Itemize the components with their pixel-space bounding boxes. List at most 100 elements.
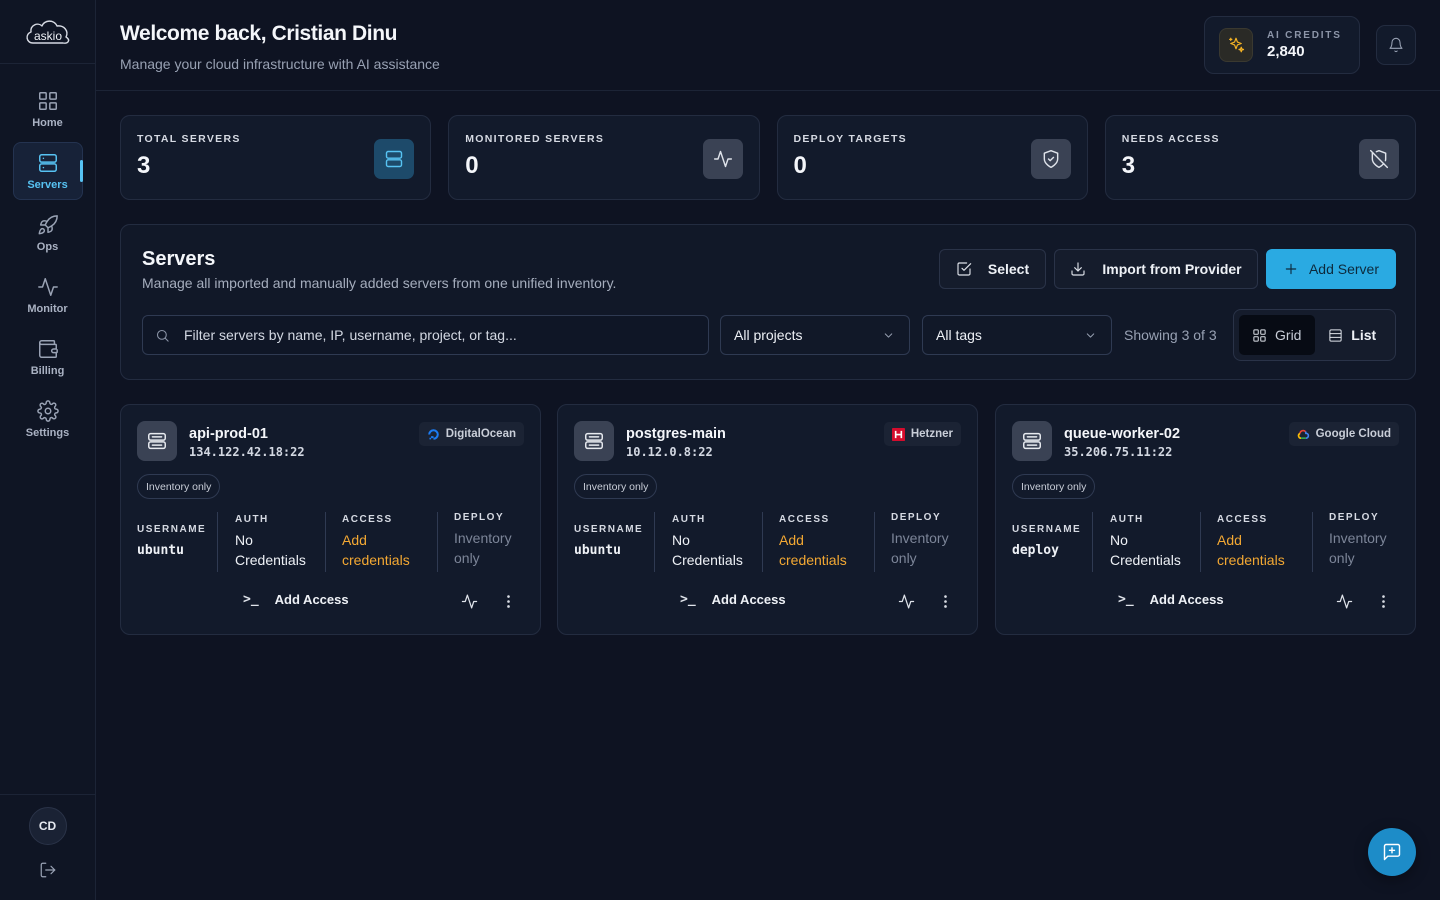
add-credentials-link[interactable]: Add credentials xyxy=(1217,530,1312,570)
activity-icon xyxy=(898,594,914,608)
add-credentials-link[interactable]: Add credentials xyxy=(779,530,874,570)
deploy-value: Inventory only xyxy=(1329,530,1387,566)
activity-icon xyxy=(1336,594,1352,608)
view-list-button[interactable]: List xyxy=(1315,315,1391,355)
select-button[interactable]: Select xyxy=(939,249,1046,289)
view-grid-button[interactable]: Grid xyxy=(1239,315,1315,355)
username-value: ubuntu xyxy=(574,543,621,558)
sidebar-item-ops[interactable]: Ops xyxy=(13,204,83,262)
access-label: ACCESS xyxy=(1217,514,1268,525)
more-options-button[interactable] xyxy=(936,592,954,610)
auth-value: No Credentials xyxy=(235,532,306,568)
logout-icon xyxy=(40,862,55,878)
sidebar-item-label: Monitor xyxy=(27,302,68,315)
server-card[interactable]: postgres-main 10.12.0.8:22 Hetzner Inven… xyxy=(557,404,978,635)
monitor-button[interactable] xyxy=(897,592,915,610)
sidebar-item-billing[interactable]: Billing xyxy=(13,328,83,386)
sidebar-item-settings[interactable]: Settings xyxy=(13,390,83,448)
import-from-provider-button[interactable]: Import from Provider xyxy=(1054,249,1258,289)
section-description: Manage all imported and manually added s… xyxy=(142,275,617,291)
server-address: 134.122.42.18:22 xyxy=(189,445,305,459)
ai-chat-button[interactable] xyxy=(1368,828,1416,876)
monitor-button[interactable] xyxy=(1335,592,1353,610)
username-value: ubuntu xyxy=(137,543,184,558)
sidebar: askio Home Servers Ops Monitor Billing S… xyxy=(0,0,96,900)
grid-icon xyxy=(1253,328,1266,342)
status-badge: Inventory only xyxy=(574,474,658,499)
activity-icon xyxy=(37,277,58,296)
access-label: ACCESS xyxy=(779,514,830,525)
bell-icon xyxy=(1389,37,1403,53)
view-list-label: List xyxy=(1351,327,1377,343)
auth-label: AUTH xyxy=(672,514,706,525)
server-address: 35.206.75.11:22 xyxy=(1064,445,1173,459)
credits-label: AI CREDITS xyxy=(1267,30,1342,41)
rocket-icon xyxy=(38,214,58,234)
stat-label: TOTAL SERVERS xyxy=(137,133,241,145)
add-access-button[interactable]: >_ Add Access xyxy=(680,592,786,607)
add-server-button[interactable]: Add Server xyxy=(1266,249,1396,289)
add-access-button[interactable]: >_ Add Access xyxy=(1118,592,1224,607)
monitor-button[interactable] xyxy=(460,592,478,610)
results-count: Showing 3 of 3 xyxy=(1124,327,1217,343)
auth-label: AUTH xyxy=(1110,514,1144,525)
add-server-label: Add Server xyxy=(1308,261,1380,277)
auth-value: No Credentials xyxy=(672,532,743,568)
server-address: 10.12.0.8:22 xyxy=(626,445,713,459)
select-button-label: Select xyxy=(987,261,1030,277)
server-card[interactable]: queue-worker-02 35.206.75.11:22 Google C… xyxy=(995,404,1416,635)
digitalocean-logo-icon xyxy=(427,428,439,440)
auth-value: No Credentials xyxy=(1110,532,1181,568)
more-vertical-icon xyxy=(943,594,947,608)
logo[interactable]: askio xyxy=(0,0,95,64)
provider-badge: Hetzner xyxy=(883,422,961,446)
sidebar-item-monitor[interactable]: Monitor xyxy=(13,266,83,324)
server-name[interactable]: postgres-main xyxy=(626,426,726,442)
tags-filter-value: All tags xyxy=(936,327,982,343)
search-icon xyxy=(156,329,169,342)
grid-icon xyxy=(38,91,57,110)
provider-name: Google Cloud xyxy=(1315,428,1391,440)
sidebar-item-servers[interactable]: Servers xyxy=(12,142,83,200)
more-options-button[interactable] xyxy=(499,592,517,610)
projects-filter-select[interactable]: All projects xyxy=(720,315,910,355)
stat-label: DEPLOY TARGETS xyxy=(793,133,907,145)
stat-card-needs-access: NEEDS ACCESS 3 xyxy=(1104,115,1416,200)
stat-value: 0 xyxy=(465,152,479,179)
hetzner-logo-icon xyxy=(891,427,905,441)
credits-value: 2,840 xyxy=(1267,43,1305,60)
sidebar-item-label: Billing xyxy=(30,364,65,377)
gear-icon xyxy=(36,399,59,422)
tags-filter-select[interactable]: All tags xyxy=(922,315,1112,355)
server-meta: USERNAME ubuntu AUTH No Credentials ACCESS… xyxy=(137,512,527,572)
logout-button[interactable] xyxy=(39,861,57,884)
sparkles-icon xyxy=(1219,28,1253,62)
sidebar-item-home[interactable]: Home xyxy=(13,80,83,138)
list-icon xyxy=(1329,328,1342,342)
notifications-button[interactable] xyxy=(1376,25,1416,65)
server-name[interactable]: api-prod-01 xyxy=(189,426,268,442)
checkbox-icon xyxy=(957,262,972,276)
sidebar-item-label: Servers xyxy=(27,178,68,191)
projects-filter-value: All projects xyxy=(734,327,803,343)
ai-credits-widget[interactable]: AI CREDITS 2,840 xyxy=(1204,16,1360,74)
sidebar-nav: Home Servers Ops Monitor Billing Setting… xyxy=(0,64,95,452)
add-access-button[interactable]: >_ Add Access xyxy=(243,592,349,607)
chevron-down-icon xyxy=(884,332,893,338)
logo-text: askio xyxy=(33,29,61,43)
server-name[interactable]: queue-worker-02 xyxy=(1064,426,1180,442)
server-card[interactable]: api-prod-01 134.122.42.18:22 DigitalOcea… xyxy=(120,404,541,635)
stat-card-monitored-servers: MONITORED SERVERS 0 xyxy=(448,115,760,200)
stat-value: 3 xyxy=(137,152,151,179)
page-title: Welcome back, Cristian Dinu xyxy=(120,22,398,45)
cloud-logo-icon: askio xyxy=(25,19,69,44)
terminal-icon: >_ xyxy=(243,592,259,607)
search-input[interactable] xyxy=(184,327,684,343)
search-field[interactable] xyxy=(142,315,709,355)
server-icon xyxy=(1012,421,1052,461)
view-toggle: Grid List xyxy=(1233,309,1396,361)
status-badge: Inventory only xyxy=(1012,474,1096,499)
more-options-button[interactable] xyxy=(1374,592,1392,610)
avatar[interactable]: CD xyxy=(28,807,67,845)
add-credentials-link[interactable]: Add credentials xyxy=(342,530,437,570)
